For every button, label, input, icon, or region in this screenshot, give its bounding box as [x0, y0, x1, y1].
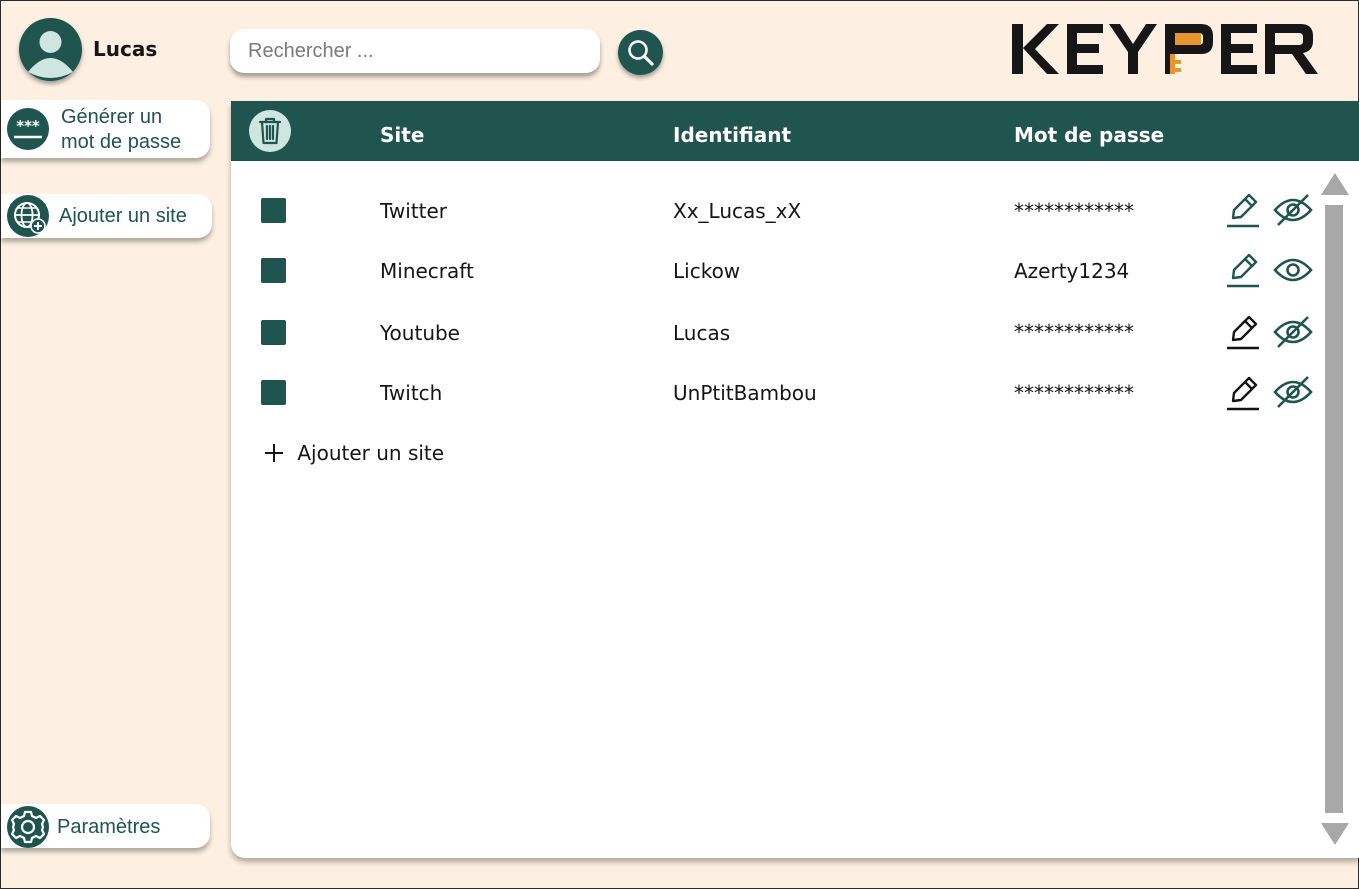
table-row: Minecraft Lickow Azerty1234	[231, 246, 1313, 296]
keyper-logo	[1009, 18, 1339, 84]
row-site: Twitch	[380, 381, 443, 405]
globe-plus-icon	[7, 195, 49, 237]
svg-text:***: ***	[16, 117, 40, 135]
edit-icon[interactable]	[1225, 312, 1261, 356]
row-checkbox[interactable]	[261, 320, 286, 345]
row-identifier: Lickow	[673, 259, 741, 283]
row-password: ************	[1014, 320, 1134, 344]
sidebar-add-site-button[interactable]: Ajouter un site	[1, 194, 212, 238]
generate-password-button[interactable]: *** Générer un mot de passe	[1, 100, 210, 158]
row-identifier: Lucas	[673, 321, 731, 345]
row-identifier: UnPtitBambou	[673, 381, 817, 405]
trash-icon	[258, 117, 282, 145]
table-row: Youtube Lucas ************	[231, 307, 1313, 357]
row-identifier: Xx_Lucas_xX	[673, 199, 802, 223]
eye-off-icon[interactable]	[1273, 314, 1313, 354]
row-site: Twitter	[380, 199, 448, 223]
table-header: Site Identifiant Mot de passe	[231, 101, 1359, 161]
settings-label: Paramètres	[57, 816, 161, 838]
header-identifier[interactable]: Identifiant	[673, 123, 791, 147]
table-row: Twitter Xx_Lucas_xX ************	[231, 186, 1313, 236]
row-password: ************	[1014, 381, 1134, 405]
sidebar-add-site-label: Ajouter un site	[59, 205, 187, 227]
table-row: Twitch UnPtitBambou ************	[231, 368, 1313, 418]
header-password[interactable]: Mot de passe	[1014, 123, 1164, 147]
settings-button[interactable]: Paramètres	[1, 804, 210, 848]
eye-off-icon[interactable]	[1273, 374, 1313, 414]
scrollbar-thumb[interactable]	[1325, 205, 1343, 813]
scroll-up-arrow[interactable]	[1321, 173, 1349, 195]
row-site: Minecraft	[380, 259, 474, 283]
row-password: ************	[1014, 199, 1134, 223]
username: Lucas	[93, 37, 158, 61]
row-password: Azerty1234	[1014, 259, 1130, 283]
delete-button[interactable]	[249, 110, 291, 152]
search-input[interactable]	[230, 29, 588, 73]
add-site-row-button[interactable]: Ajouter un site	[263, 441, 444, 465]
gear-icon	[7, 806, 49, 848]
edit-icon[interactable]	[1225, 250, 1261, 294]
plus-icon	[265, 444, 283, 462]
eye-icon[interactable]	[1273, 252, 1313, 292]
edit-icon[interactable]	[1225, 373, 1261, 417]
search-icon	[628, 40, 654, 66]
generate-password-label-1: Générer un	[61, 106, 163, 128]
row-checkbox[interactable]	[261, 198, 286, 223]
edit-icon[interactable]	[1225, 190, 1261, 234]
row-checkbox[interactable]	[261, 258, 286, 283]
password-stars-icon: ***	[7, 108, 49, 150]
row-site: Youtube	[380, 321, 460, 345]
user-avatar-icon[interactable]	[19, 18, 82, 81]
generate-password-label-2: mot de passe	[61, 131, 182, 153]
header-site[interactable]: Site	[380, 123, 424, 147]
password-table-panel: Site Identifiant Mot de passe Twitter Xx…	[231, 101, 1359, 858]
row-checkbox[interactable]	[261, 380, 286, 405]
search-button[interactable]	[618, 30, 663, 75]
scroll-down-arrow[interactable]	[1321, 823, 1349, 845]
search-box[interactable]	[230, 29, 600, 73]
add-site-row-label: Ajouter un site	[297, 441, 445, 465]
eye-off-icon[interactable]	[1273, 192, 1313, 232]
